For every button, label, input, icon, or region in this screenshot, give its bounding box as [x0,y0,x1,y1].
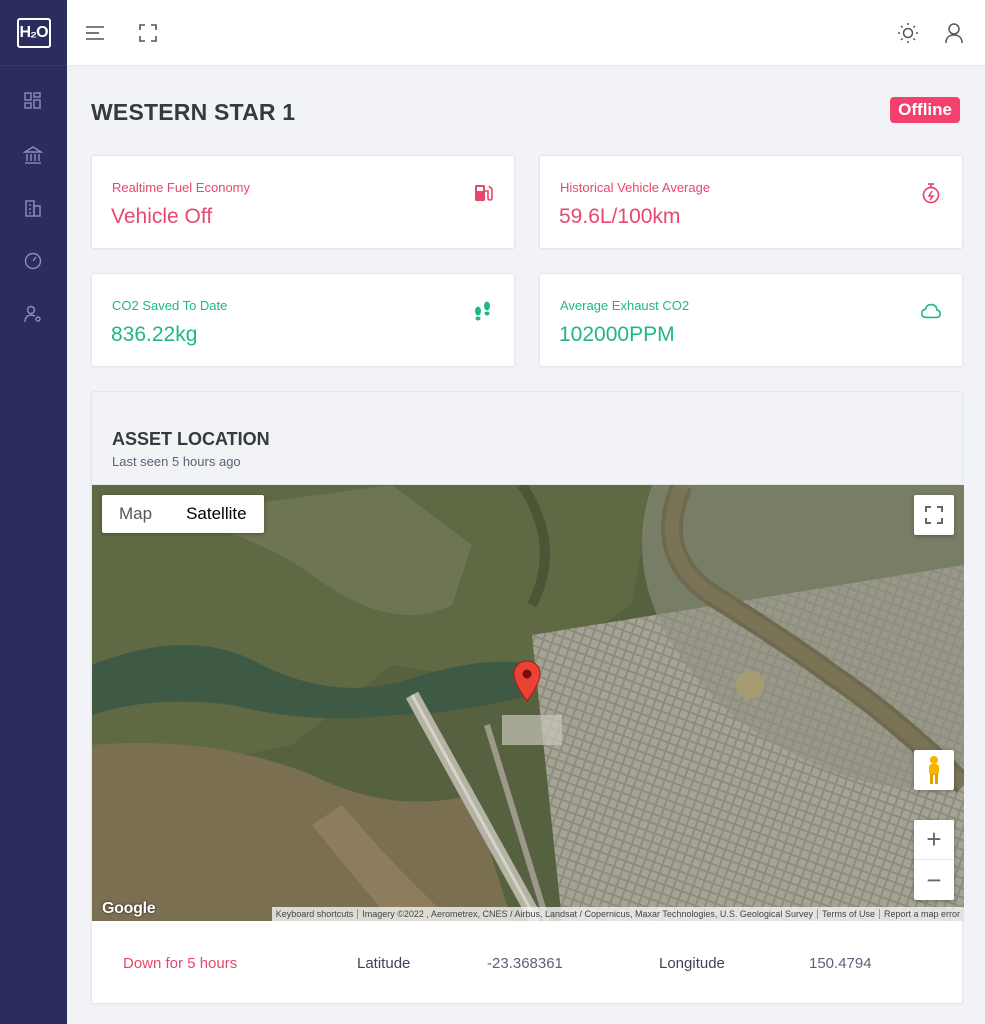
fullscreen-icon [139,24,157,42]
last-seen-text: Last seen 5 hours ago [112,454,241,469]
stat-label: Realtime Fuel Economy [112,180,250,195]
building-icon [25,200,41,217]
sidebar-item-building[interactable] [22,197,44,219]
asset-location-card: ASSET LOCATION Last seen 5 hours ago Map… [91,391,964,1005]
pegman-icon [929,756,939,784]
stat-card-exhaust-co2: Average Exhaust CO2 102000PPM [539,273,963,367]
map-zoom-controls: + − [914,820,954,900]
sidebar-item-bank[interactable] [22,144,44,166]
stat-card-fuel-economy: Realtime Fuel Economy Vehicle Off [91,155,515,249]
google-logo: Google [102,900,156,917]
stat-value: 102000PPM [559,323,675,346]
longitude-value: 150.4794 [809,955,872,972]
logo-area[interactable]: H₂O [0,0,67,66]
fuel-pump-icon [472,182,494,204]
footprints-icon [472,300,494,322]
imagery-credit: Imagery ©2022 , Aerometrex, CNES / Airbu… [357,909,817,919]
stat-label: Average Exhaust CO2 [560,298,690,313]
map-marker-icon[interactable] [513,660,541,702]
map-type-map-button[interactable]: Map [102,495,169,533]
main-content: WESTERN STAR 1 Offline Realtime Fuel Eco… [67,66,985,1024]
street-view-pegman-button[interactable] [914,750,954,790]
stopwatch-icon [920,182,942,204]
longitude-label: Longitude [659,955,725,972]
dashboard-grid-icon [24,92,41,109]
fullscreen-button[interactable] [136,21,160,45]
sidebar-item-speedometer[interactable] [22,250,44,272]
stat-card-historical-average: Historical Vehicle Average 59.6L/100km [539,155,963,249]
terms-of-use-link[interactable]: Terms of Use [816,909,879,919]
brand-logo-text: H₂O [19,23,48,41]
menu-toggle-button[interactable] [83,21,107,45]
stat-label: CO2 Saved To Date [112,298,228,313]
satellite-imagery[interactable] [92,485,964,921]
latitude-value: -23.368361 [487,955,563,972]
map-attribution: Keyboard shortcuts Imagery ©2022 , Aerom… [271,907,964,921]
menu-icon [86,26,104,40]
map-type-satellite-button[interactable]: Satellite [169,495,263,533]
stat-value: 59.6L/100km [559,205,681,228]
stat-value: 836.22kg [111,323,198,346]
topbar [67,0,985,66]
page-title: WESTERN STAR 1 [91,99,296,125]
map-type-toggle: Map Satellite [102,495,264,533]
asset-location-header: ASSET LOCATION Last seen 5 hours ago [92,392,962,485]
user-menu-button[interactable] [942,21,966,45]
stat-value: Vehicle Off [111,205,213,228]
stat-label: Historical Vehicle Average [560,180,711,195]
cloud-icon [920,300,942,322]
sidebar-item-user-settings[interactable] [22,303,44,325]
zoom-out-button[interactable]: − [914,860,954,900]
report-map-error-link[interactable]: Report a map error [878,909,964,919]
keyboard-shortcuts-link[interactable]: Keyboard shortcuts [272,909,358,919]
zoom-in-button[interactable]: + [914,820,954,860]
sun-icon [898,23,918,43]
fullscreen-icon [925,506,943,524]
stat-card-co2-saved: CO2 Saved To Date 836.22kg [91,273,515,367]
location-details-row: Down for 5 hours Latitude -23.368361 Lon… [92,921,964,1005]
status-badge: Offline [890,97,960,123]
latitude-label: Latitude [357,955,411,972]
bank-icon [23,146,43,164]
sidebar: H₂O [0,0,67,1024]
sidebar-item-dashboard[interactable] [22,90,44,112]
speedometer-icon [24,252,42,270]
brand-logo[interactable]: H₂O [16,17,51,48]
user-icon [945,23,963,44]
map-fullscreen-button[interactable] [914,495,954,535]
user-settings-icon [24,305,41,323]
theme-toggle-button[interactable] [896,21,920,45]
asset-location-title: ASSET LOCATION [112,429,270,449]
downtime-status: Down for 5 hours [123,955,238,972]
satellite-map[interactable]: Map Satellite + − Google Keyboard shortc… [92,485,964,921]
